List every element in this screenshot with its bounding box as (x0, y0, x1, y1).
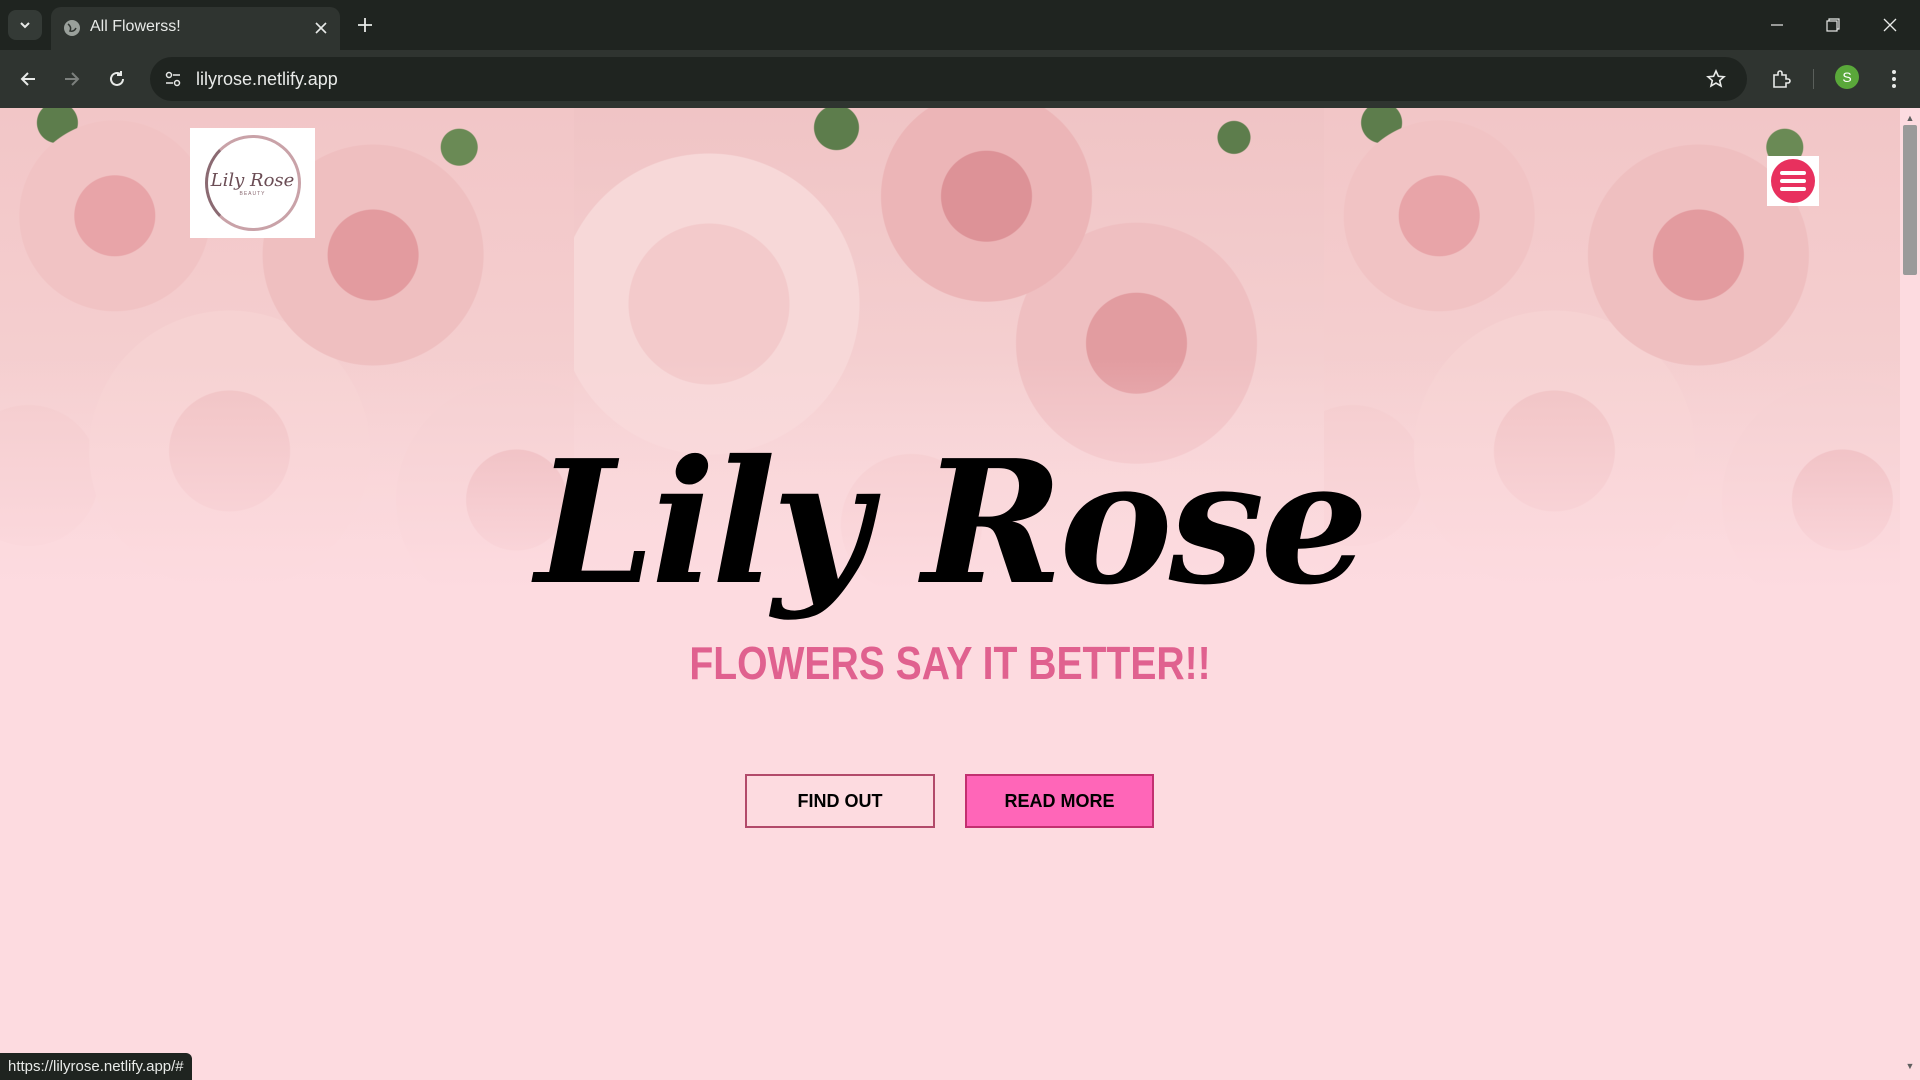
url-text: lilyrose.netlify.app (196, 69, 338, 89)
minimize-button[interactable] (1757, 10, 1797, 40)
brand-title: Lily Rose (535, 423, 1368, 623)
back-button[interactable] (12, 63, 44, 95)
scrollbar-thumb[interactable] (1903, 125, 1917, 275)
forward-icon (65, 72, 80, 86)
new-tab-button[interactable] (352, 12, 378, 38)
tab-title: All Flowerss! (90, 18, 181, 35)
reload-icon (110, 71, 124, 86)
tab-strip: All Flowerss! (0, 0, 1920, 50)
hamburger-icon (1771, 159, 1815, 203)
page-viewport: Lily Rose BEAUTY Lily Rose FLOWERS SAY I… (0, 108, 1900, 1080)
more-icon (1892, 70, 1896, 88)
reload-button[interactable] (101, 63, 133, 95)
tab-search-icon (20, 22, 30, 29)
find-out-button[interactable]: FIND OUT (745, 774, 935, 828)
close-icon (315, 22, 327, 34)
forward-button[interactable] (56, 63, 88, 95)
globe-icon (64, 20, 80, 36)
logo-ring: Lily Rose BEAUTY (204, 135, 301, 231)
browser-toolbar: lilyrose.netlify.app (0, 50, 1920, 108)
restore-icon (1826, 18, 1840, 32)
logo-subtext: BEAUTY (239, 190, 266, 197)
scroll-up-arrow-icon[interactable]: ▲ (1903, 112, 1917, 124)
extensions-icon (1773, 70, 1791, 88)
read-more-button[interactable]: READ MORE (965, 774, 1154, 828)
site-info-button[interactable] (158, 64, 188, 94)
toolbar-divider (1813, 69, 1814, 89)
bookmark-button[interactable] (1703, 66, 1729, 92)
logo-text: Lily Rose (210, 169, 295, 191)
plus-icon (358, 18, 372, 32)
minimize-icon (1771, 24, 1783, 26)
star-icon (1706, 69, 1726, 88)
site-logo[interactable]: Lily Rose BEAUTY (190, 128, 315, 238)
link-status-bubble: https://lilyrose.netlify.app/# (0, 1053, 192, 1080)
active-tab[interactable]: All Flowerss! (51, 7, 340, 50)
extensions-button[interactable] (1765, 63, 1797, 95)
tab-search-button[interactable] (8, 10, 42, 40)
site-info-icon (165, 71, 181, 87)
back-icon (20, 72, 35, 86)
hamburger-menu-button[interactable] (1767, 156, 1819, 206)
more-menu-button[interactable] (1878, 63, 1910, 95)
window-close-icon (1883, 18, 1897, 32)
tagline: FLOWERS SAY IT BETTER!! (689, 637, 1211, 689)
window-close-button[interactable] (1870, 10, 1910, 40)
scroll-down-arrow-icon[interactable]: ▼ (1903, 1060, 1917, 1072)
address-bar[interactable]: lilyrose.netlify.app (150, 57, 1747, 101)
profile-avatar[interactable]: S (1835, 65, 1859, 89)
tab-close-button[interactable] (310, 17, 332, 39)
restore-button[interactable] (1813, 10, 1853, 40)
